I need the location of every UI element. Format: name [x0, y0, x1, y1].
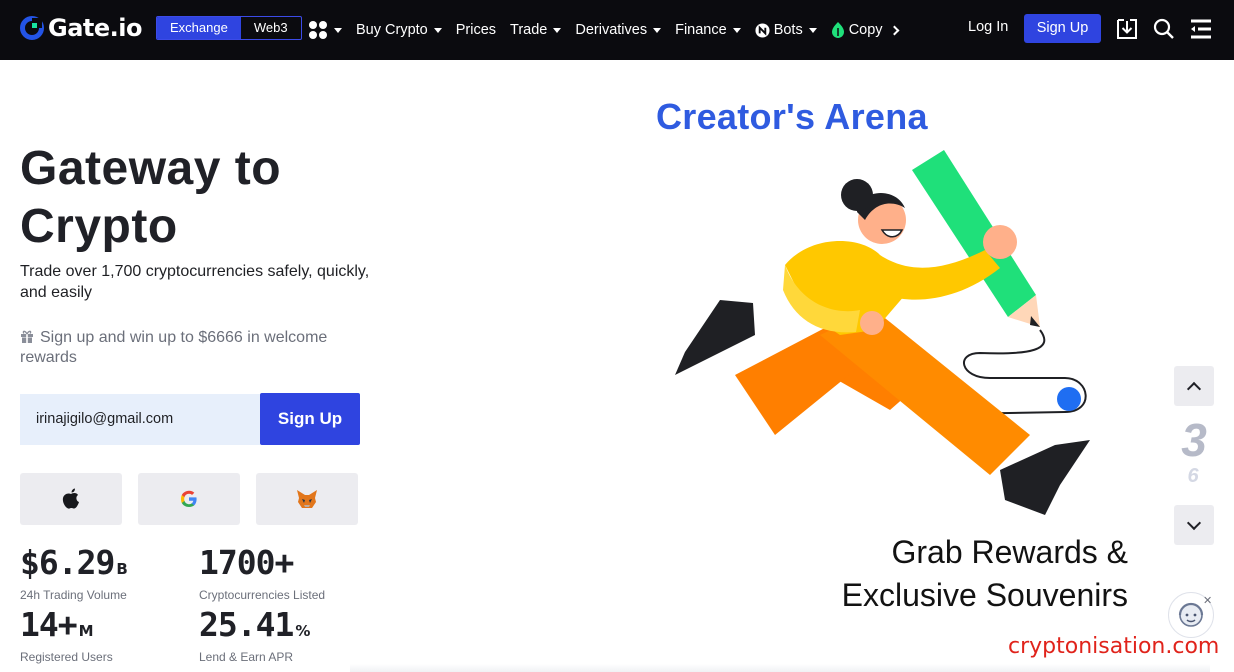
- hero-subtitle: Trade over 1,700 cryptocurrencies safely…: [20, 263, 370, 301]
- stat-number: 1700+: [199, 543, 294, 582]
- logo-text: Gate.io: [48, 14, 142, 42]
- hand-left: [860, 311, 884, 335]
- download-icon[interactable]: [1115, 17, 1139, 41]
- stat-label: 24h Trading Volume: [20, 588, 127, 602]
- stat-label: Registered Users: [20, 650, 113, 664]
- signup-button[interactable]: Sign Up: [260, 393, 360, 445]
- chevron-down-icon: [653, 27, 662, 33]
- apps-grid-icon: [309, 21, 327, 39]
- nav-prices[interactable]: Prices: [456, 22, 496, 38]
- nav-buy-crypto[interactable]: Buy Crypto: [356, 22, 442, 38]
- menu-icon[interactable]: [1189, 17, 1213, 41]
- search-icon[interactable]: [1152, 17, 1176, 41]
- watermark-text: cryptonisation.com: [1008, 634, 1220, 659]
- stat-number: 14+: [20, 605, 78, 644]
- stat-lend-earn-apr: 25.41% Lend & Earn APR: [199, 607, 310, 665]
- mode-exchange[interactable]: Exchange: [157, 17, 241, 39]
- stat-value: 1700+: [199, 545, 325, 587]
- chevron-right-icon: [889, 25, 900, 35]
- promo-text: Sign up and win up to $6666 in welcome r…: [20, 328, 360, 368]
- nav-prices-label: Prices: [455, 22, 497, 38]
- nav-bots-label: Bots: [773, 22, 803, 38]
- nav-trade-label: Trade: [510, 22, 548, 38]
- stat-unit: %: [295, 622, 311, 640]
- main-nav: Buy Crypto Prices Trade Derivatives Fina…: [308, 0, 900, 60]
- chevron-down-icon: [553, 27, 562, 33]
- chevron-down-icon: [732, 27, 741, 33]
- carousel-next-button[interactable]: [1174, 505, 1214, 545]
- banner-line-1: Grab Rewards &: [891, 534, 1128, 570]
- nav-buy-crypto-label: Buy Crypto: [356, 22, 428, 38]
- exchange-web3-toggle: Exchange Web3: [156, 16, 302, 40]
- gate-logo-icon: [20, 16, 44, 40]
- nav-trade[interactable]: Trade: [510, 22, 562, 38]
- nav-bots[interactable]: Bots: [755, 22, 817, 38]
- email-input[interactable]: irinajigilo@gmail.com: [20, 394, 260, 445]
- hair-bun: [841, 179, 873, 211]
- login-link[interactable]: Log In: [968, 19, 1008, 35]
- stat-value: 25.41%: [199, 607, 310, 649]
- stat-unit: M: [78, 622, 94, 640]
- creator-illustration[interactable]: [660, 140, 1110, 525]
- shoe-back: [675, 300, 755, 375]
- nav-derivatives-label: Derivatives: [575, 22, 648, 38]
- nav-copy-label: Copy: [848, 22, 883, 38]
- chevron-up-icon: [1186, 381, 1202, 396]
- top-navigation-bar: Gate.io Exchange Web3 Buy Crypto Prices …: [0, 0, 1234, 60]
- stat-value: $6.29 B: [20, 545, 128, 587]
- bots-icon: [755, 22, 770, 38]
- stat-unit: B: [116, 560, 128, 578]
- google-icon: [181, 490, 197, 507]
- google-login-button[interactable]: [138, 473, 240, 525]
- nav-finance-label: Finance: [675, 22, 727, 38]
- stat-trading-volume: $6.29 B 24h Trading Volume: [20, 545, 128, 603]
- nav-derivatives[interactable]: Derivatives: [575, 22, 662, 38]
- banner-title: Creator's Arena: [656, 96, 928, 137]
- stat-number: $6.29: [20, 543, 115, 582]
- hand-right: [983, 225, 1017, 259]
- support-agent-icon: [1178, 602, 1204, 627]
- pencil-illustration: [912, 150, 1040, 327]
- mode-web3[interactable]: Web3: [241, 17, 301, 39]
- line-dot: [1057, 387, 1081, 411]
- signup-button-header[interactable]: Sign Up: [1024, 14, 1101, 43]
- promo-label: Sign up and win up to $6666 in welcome r…: [20, 329, 328, 366]
- banner-line-2: Exclusive Souvenirs: [841, 577, 1128, 613]
- arm-right: [880, 250, 1000, 300]
- stat-label: Lend & Earn APR: [199, 650, 294, 664]
- chevron-down-icon: [433, 27, 442, 33]
- carousel-total-pages: 6: [1187, 465, 1199, 487]
- chevron-down-icon: [808, 27, 817, 33]
- gate-logo[interactable]: Gate.io: [20, 14, 142, 42]
- stat-label: Cryptocurrencies Listed: [199, 588, 326, 602]
- stat-registered-users: 14+ M Registered Users: [20, 607, 113, 665]
- stat-number: 25.41: [199, 605, 294, 644]
- leaf-icon: [831, 22, 844, 38]
- stat-cryptocurrencies-listed: 1700+ Cryptocurrencies Listed: [199, 545, 326, 603]
- metamask-icon: [297, 490, 317, 508]
- hero-title-line2: Crypto: [20, 200, 178, 253]
- apple-icon: [62, 488, 79, 509]
- apple-login-button[interactable]: [20, 473, 122, 525]
- leg-front: [820, 310, 1030, 475]
- hero-title-line1: Gateway to: [20, 142, 282, 195]
- gift-icon: [21, 330, 33, 343]
- carousel-prev-button[interactable]: [1174, 366, 1214, 406]
- metamask-login-button[interactable]: [256, 473, 358, 525]
- apps-menu[interactable]: [308, 20, 342, 40]
- carousel-current-page: 3: [1181, 414, 1207, 466]
- bottom-divider: [350, 664, 1210, 672]
- hero-title: Gateway to Crypto: [20, 140, 380, 256]
- close-icon[interactable]: ✕: [1203, 594, 1212, 607]
- chevron-down-icon: [1186, 515, 1202, 530]
- stat-value: 14+ M: [20, 607, 113, 649]
- chevron-down-icon: [334, 27, 342, 33]
- nav-finance[interactable]: Finance: [675, 22, 741, 38]
- nav-copy[interactable]: Copy: [831, 22, 900, 38]
